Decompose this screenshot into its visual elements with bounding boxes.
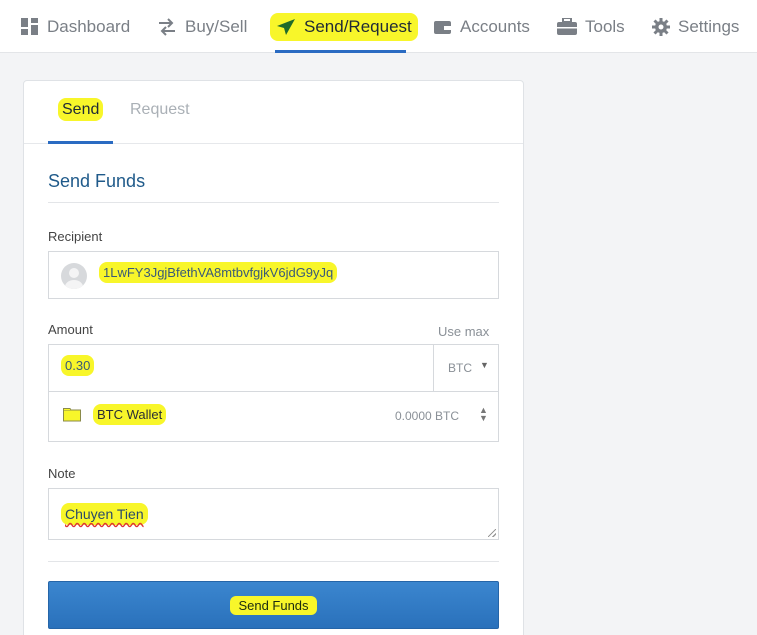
nav-item-settings[interactable]: Settings [652,0,739,53]
wallet-select[interactable]: BTC Wallet 0.0000 BTC ▲ ▼ [49,392,498,441]
folder-wallet-icon [63,408,81,427]
amount-value: 0.30 [61,355,95,376]
tab-active-underline [48,141,113,144]
nav-label-dashboard: Dashboard [47,16,131,36]
avatar [61,263,87,289]
nav-label-settings: Settings [678,16,740,36]
note-value-text: Chuyen Tien [61,503,148,525]
caret-down-icon: ▼ [480,360,489,370]
nav-item-buy-sell[interactable]: Buy/Sell [157,0,247,53]
wallet-balance: 0.0000 BTC [395,409,460,423]
nav-label-accounts: Accounts [460,16,530,36]
amount-group: 0.30 BTC ▼ BTC Wallet 0.0000 BTC ▲ ▼ [48,344,499,442]
recipient-input[interactable]: 1LwFY3JgjBfethVA8mtbvfgjkV6jdG9yJq [48,251,499,299]
gear-icon [652,17,670,36]
tab-request-label: Request [130,101,190,118]
recipient-value-text: 1LwFY3JgjBfethVA8mtbvfgjkV6jdG9yJq [99,262,338,283]
amount-label: Amount [48,322,93,337]
note-label: Note [48,466,76,481]
use-max-link[interactable]: Use max [438,324,489,339]
send-funds-card: Send Request Send Funds Recipient 1LwFY3… [23,80,524,635]
title-divider [48,202,499,203]
note-textarea[interactable]: Chuyen Tien [48,488,499,540]
currency-select[interactable]: BTC ▼ [434,345,498,392]
briefcase-icon [557,18,577,35]
nav-label-tools: Tools [585,16,625,36]
recipient-label: Recipient [48,229,103,244]
recipient-value: 1LwFY3JgjBfethVA8mtbvfgjkV6jdG9yJq [99,262,338,283]
currency-value: BTC [448,361,472,375]
amount-input[interactable]: 0.30 [49,345,434,392]
nav-active-underline [275,50,406,53]
note-value: Chuyen Tien [61,503,148,525]
tab-bar: Send Request [24,81,523,144]
send-funds-button-label: Send Funds [230,595,317,615]
top-nav: Dashboard Buy/Sell Send/Request Accounts… [0,0,757,53]
nav-label-send-request: Send/Request [304,16,412,36]
page-title: Send Funds [48,171,146,191]
paper-plane-icon [276,18,296,36]
nav-item-send-request[interactable]: Send/Request [270,0,418,53]
nav-item-dashboard[interactable]: Dashboard [21,0,130,53]
send-funds-button[interactable]: Send Funds [48,581,499,629]
dashboard-icon [21,17,39,36]
wallet-name-text: BTC Wallet [93,404,167,425]
tab-request[interactable]: Request [130,101,190,119]
wallet-icon [434,19,452,35]
amount-value-text: 0.30 [61,355,95,376]
tab-send[interactable]: Send [58,98,104,121]
form-divider [48,561,499,562]
wallet-name: BTC Wallet [93,404,167,425]
nav-active-highlight: Send/Request [270,12,418,41]
swap-arrows-icon [157,17,177,36]
nav-item-accounts[interactable]: Accounts [434,0,530,53]
resize-grip-icon[interactable] [488,529,496,537]
tab-send-label: Send [58,98,104,121]
nav-label-buy-sell: Buy/Sell [185,16,248,36]
nav-item-tools[interactable]: Tools [557,0,625,53]
stepper-icon: ▲ ▼ [479,405,488,423]
